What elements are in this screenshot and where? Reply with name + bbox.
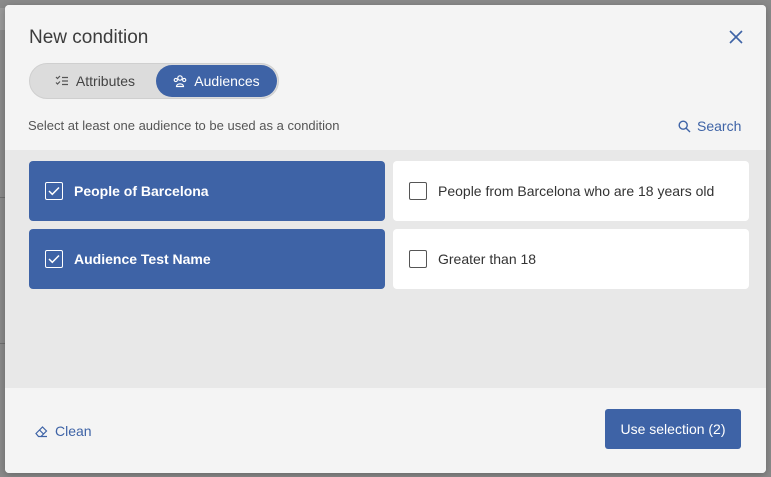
use-selection-button[interactable]: Use selection (2) [605, 409, 741, 449]
people-group-icon [173, 75, 187, 88]
audience-label: People from Barcelona who are 18 years o… [438, 183, 715, 199]
audience-checkbox[interactable] [409, 250, 427, 268]
search-icon [678, 119, 691, 132]
search-button[interactable]: Search [678, 118, 741, 134]
search-label: Search [697, 118, 742, 134]
audience-card[interactable]: Audience Test Name [29, 229, 385, 289]
audience-label: Audience Test Name [74, 251, 211, 267]
audience-card[interactable]: Greater than 18 [393, 229, 749, 289]
audience-list: People of Barcelona People from Barcelon… [5, 150, 766, 388]
checkmark-icon [48, 186, 60, 196]
tab-audiences-label: Audiences [194, 73, 260, 89]
modal-title: New condition [29, 27, 149, 48]
tab-attributes[interactable]: Attributes [34, 65, 156, 97]
modal-header: New condition Attributes Audiences Selec… [5, 5, 766, 150]
tab-attributes-label: Attributes [75, 73, 136, 89]
audience-label: Greater than 18 [438, 251, 537, 267]
close-icon [729, 30, 743, 44]
instruction-text: Select at least one audience to be used … [28, 118, 340, 133]
audience-label: People of Barcelona [74, 183, 209, 199]
close-button[interactable] [726, 27, 746, 47]
audience-checkbox[interactable] [409, 182, 427, 200]
audience-card[interactable]: People from Barcelona who are 18 years o… [393, 161, 749, 221]
list-check-icon [55, 75, 68, 86]
audience-card[interactable]: People of Barcelona [29, 161, 385, 221]
modal-footer: Clean Use selection (2) [5, 388, 766, 473]
condition-type-toggle: Attributes Audiences [29, 63, 279, 99]
tab-audiences[interactable]: Audiences [156, 65, 277, 97]
audience-checkbox[interactable] [45, 182, 63, 200]
audience-checkbox[interactable] [45, 250, 63, 268]
clean-button[interactable]: Clean [34, 423, 92, 439]
eraser-icon [35, 425, 48, 437]
clean-label: Clean [55, 423, 92, 439]
new-condition-modal: New condition Attributes Audiences Selec… [5, 5, 766, 473]
checkmark-icon [48, 254, 60, 264]
